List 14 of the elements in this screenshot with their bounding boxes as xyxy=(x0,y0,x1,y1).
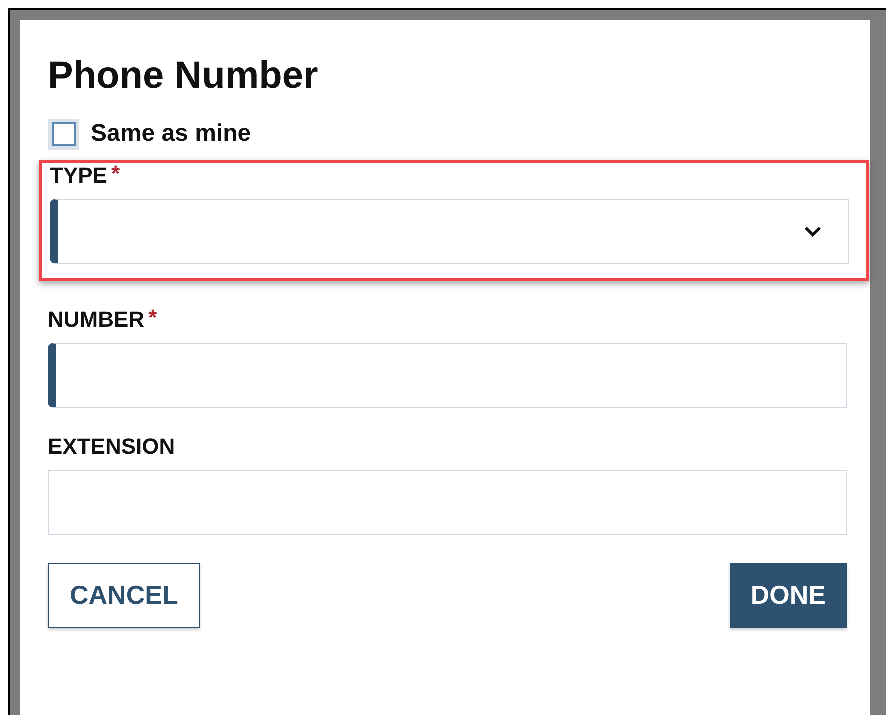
done-button[interactable]: DONE xyxy=(730,563,847,628)
text-field[interactable] xyxy=(48,343,847,408)
field-label: TYPE xyxy=(50,162,108,190)
required-asterisk: * xyxy=(111,161,120,187)
required-asterisk: * xyxy=(148,305,158,331)
checkbox[interactable] xyxy=(48,118,79,150)
type-select[interactable] xyxy=(50,199,849,264)
dialog-title: Phone Number xyxy=(48,54,320,98)
field-label: NUMBER xyxy=(48,306,145,334)
chevron-down-icon xyxy=(804,226,822,238)
checkbox-label: Same as mine xyxy=(91,119,252,149)
field-label: EXTENSION xyxy=(48,433,176,461)
text-field[interactable] xyxy=(48,470,847,535)
cancel-button[interactable]: CANCEL xyxy=(48,563,200,628)
